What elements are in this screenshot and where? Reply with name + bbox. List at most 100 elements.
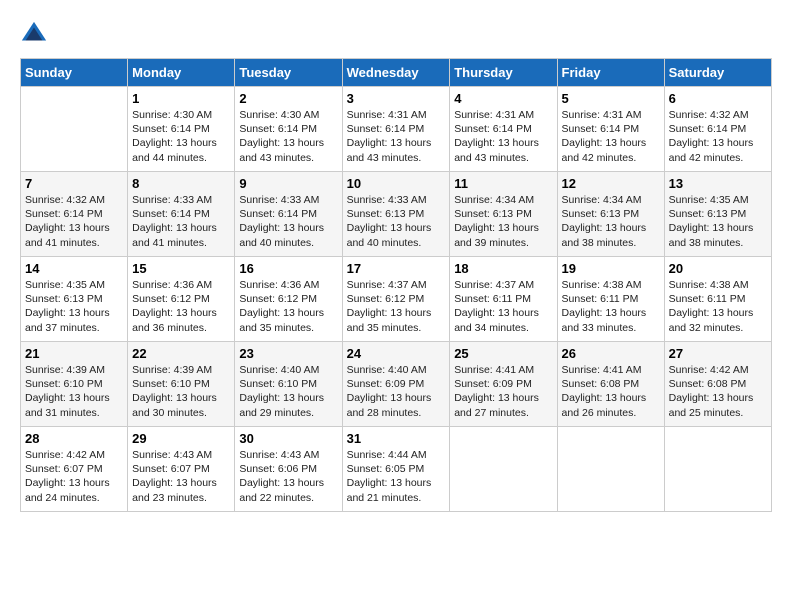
calendar-day-cell [664,427,771,512]
day-number: 25 [454,346,552,361]
calendar-day-cell: 13 Sunrise: 4:35 AM Sunset: 6:13 PM Dayl… [664,172,771,257]
weekday-header: Friday [557,59,664,87]
calendar-day-cell: 27 Sunrise: 4:42 AM Sunset: 6:08 PM Dayl… [664,342,771,427]
calendar-week-row: 14 Sunrise: 4:35 AM Sunset: 6:13 PM Dayl… [21,257,772,342]
day-info: Sunrise: 4:34 AM Sunset: 6:13 PM Dayligh… [562,193,660,250]
day-info: Sunrise: 4:35 AM Sunset: 6:13 PM Dayligh… [25,278,123,335]
calendar-day-cell: 19 Sunrise: 4:38 AM Sunset: 6:11 PM Dayl… [557,257,664,342]
calendar-day-cell: 30 Sunrise: 4:43 AM Sunset: 6:06 PM Dayl… [235,427,342,512]
calendar-day-cell: 6 Sunrise: 4:32 AM Sunset: 6:14 PM Dayli… [664,87,771,172]
calendar-day-cell: 20 Sunrise: 4:38 AM Sunset: 6:11 PM Dayl… [664,257,771,342]
weekday-header: Monday [128,59,235,87]
calendar-week-row: 1 Sunrise: 4:30 AM Sunset: 6:14 PM Dayli… [21,87,772,172]
day-info: Sunrise: 4:33 AM Sunset: 6:14 PM Dayligh… [239,193,337,250]
day-info: Sunrise: 4:30 AM Sunset: 6:14 PM Dayligh… [132,108,230,165]
day-info: Sunrise: 4:31 AM Sunset: 6:14 PM Dayligh… [347,108,446,165]
calendar-day-cell: 9 Sunrise: 4:33 AM Sunset: 6:14 PM Dayli… [235,172,342,257]
calendar-day-cell: 26 Sunrise: 4:41 AM Sunset: 6:08 PM Dayl… [557,342,664,427]
calendar-day-cell [450,427,557,512]
calendar-day-cell: 17 Sunrise: 4:37 AM Sunset: 6:12 PM Dayl… [342,257,450,342]
day-info: Sunrise: 4:38 AM Sunset: 6:11 PM Dayligh… [562,278,660,335]
weekday-header: Sunday [21,59,128,87]
weekday-header: Tuesday [235,59,342,87]
day-number: 8 [132,176,230,191]
day-number: 17 [347,261,446,276]
day-number: 27 [669,346,767,361]
day-info: Sunrise: 4:41 AM Sunset: 6:09 PM Dayligh… [454,363,552,420]
day-number: 11 [454,176,552,191]
calendar-day-cell: 16 Sunrise: 4:36 AM Sunset: 6:12 PM Dayl… [235,257,342,342]
day-info: Sunrise: 4:42 AM Sunset: 6:08 PM Dayligh… [669,363,767,420]
weekday-header: Saturday [664,59,771,87]
calendar-day-cell: 3 Sunrise: 4:31 AM Sunset: 6:14 PM Dayli… [342,87,450,172]
day-number: 23 [239,346,337,361]
calendar-week-row: 21 Sunrise: 4:39 AM Sunset: 6:10 PM Dayl… [21,342,772,427]
day-number: 14 [25,261,123,276]
calendar-day-cell: 1 Sunrise: 4:30 AM Sunset: 6:14 PM Dayli… [128,87,235,172]
day-info: Sunrise: 4:40 AM Sunset: 6:09 PM Dayligh… [347,363,446,420]
day-number: 16 [239,261,337,276]
calendar-day-cell: 25 Sunrise: 4:41 AM Sunset: 6:09 PM Dayl… [450,342,557,427]
day-number: 31 [347,431,446,446]
logo [20,20,52,48]
calendar-day-cell: 4 Sunrise: 4:31 AM Sunset: 6:14 PM Dayli… [450,87,557,172]
day-number: 2 [239,91,337,106]
day-number: 7 [25,176,123,191]
day-number: 1 [132,91,230,106]
calendar-day-cell: 10 Sunrise: 4:33 AM Sunset: 6:13 PM Dayl… [342,172,450,257]
calendar-day-cell: 8 Sunrise: 4:33 AM Sunset: 6:14 PM Dayli… [128,172,235,257]
day-info: Sunrise: 4:41 AM Sunset: 6:08 PM Dayligh… [562,363,660,420]
day-number: 10 [347,176,446,191]
day-info: Sunrise: 4:33 AM Sunset: 6:14 PM Dayligh… [132,193,230,250]
day-info: Sunrise: 4:37 AM Sunset: 6:12 PM Dayligh… [347,278,446,335]
calendar-day-cell: 24 Sunrise: 4:40 AM Sunset: 6:09 PM Dayl… [342,342,450,427]
day-info: Sunrise: 4:30 AM Sunset: 6:14 PM Dayligh… [239,108,337,165]
day-info: Sunrise: 4:32 AM Sunset: 6:14 PM Dayligh… [25,193,123,250]
weekday-header-row: SundayMondayTuesdayWednesdayThursdayFrid… [21,59,772,87]
day-info: Sunrise: 4:32 AM Sunset: 6:14 PM Dayligh… [669,108,767,165]
day-number: 21 [25,346,123,361]
calendar-day-cell: 31 Sunrise: 4:44 AM Sunset: 6:05 PM Dayl… [342,427,450,512]
day-number: 18 [454,261,552,276]
page-header [20,20,772,48]
weekday-header: Wednesday [342,59,450,87]
calendar-day-cell: 11 Sunrise: 4:34 AM Sunset: 6:13 PM Dayl… [450,172,557,257]
logo-icon [20,20,48,48]
calendar-day-cell [557,427,664,512]
day-number: 30 [239,431,337,446]
day-number: 22 [132,346,230,361]
calendar-day-cell: 2 Sunrise: 4:30 AM Sunset: 6:14 PM Dayli… [235,87,342,172]
weekday-header: Thursday [450,59,557,87]
day-info: Sunrise: 4:36 AM Sunset: 6:12 PM Dayligh… [132,278,230,335]
calendar-day-cell: 22 Sunrise: 4:39 AM Sunset: 6:10 PM Dayl… [128,342,235,427]
day-info: Sunrise: 4:31 AM Sunset: 6:14 PM Dayligh… [454,108,552,165]
day-number: 19 [562,261,660,276]
calendar-day-cell: 28 Sunrise: 4:42 AM Sunset: 6:07 PM Dayl… [21,427,128,512]
calendar-day-cell: 18 Sunrise: 4:37 AM Sunset: 6:11 PM Dayl… [450,257,557,342]
calendar-day-cell: 15 Sunrise: 4:36 AM Sunset: 6:12 PM Dayl… [128,257,235,342]
day-info: Sunrise: 4:39 AM Sunset: 6:10 PM Dayligh… [25,363,123,420]
calendar-day-cell: 5 Sunrise: 4:31 AM Sunset: 6:14 PM Dayli… [557,87,664,172]
day-number: 24 [347,346,446,361]
calendar-week-row: 28 Sunrise: 4:42 AM Sunset: 6:07 PM Dayl… [21,427,772,512]
day-number: 26 [562,346,660,361]
day-number: 5 [562,91,660,106]
calendar-day-cell [21,87,128,172]
day-info: Sunrise: 4:39 AM Sunset: 6:10 PM Dayligh… [132,363,230,420]
day-info: Sunrise: 4:43 AM Sunset: 6:06 PM Dayligh… [239,448,337,505]
day-info: Sunrise: 4:35 AM Sunset: 6:13 PM Dayligh… [669,193,767,250]
calendar-day-cell: 21 Sunrise: 4:39 AM Sunset: 6:10 PM Dayl… [21,342,128,427]
day-number: 20 [669,261,767,276]
day-number: 12 [562,176,660,191]
day-number: 4 [454,91,552,106]
day-info: Sunrise: 4:42 AM Sunset: 6:07 PM Dayligh… [25,448,123,505]
day-info: Sunrise: 4:43 AM Sunset: 6:07 PM Dayligh… [132,448,230,505]
day-number: 3 [347,91,446,106]
day-info: Sunrise: 4:37 AM Sunset: 6:11 PM Dayligh… [454,278,552,335]
day-info: Sunrise: 4:40 AM Sunset: 6:10 PM Dayligh… [239,363,337,420]
day-number: 29 [132,431,230,446]
calendar-day-cell: 14 Sunrise: 4:35 AM Sunset: 6:13 PM Dayl… [21,257,128,342]
calendar-week-row: 7 Sunrise: 4:32 AM Sunset: 6:14 PM Dayli… [21,172,772,257]
day-number: 15 [132,261,230,276]
day-info: Sunrise: 4:36 AM Sunset: 6:12 PM Dayligh… [239,278,337,335]
